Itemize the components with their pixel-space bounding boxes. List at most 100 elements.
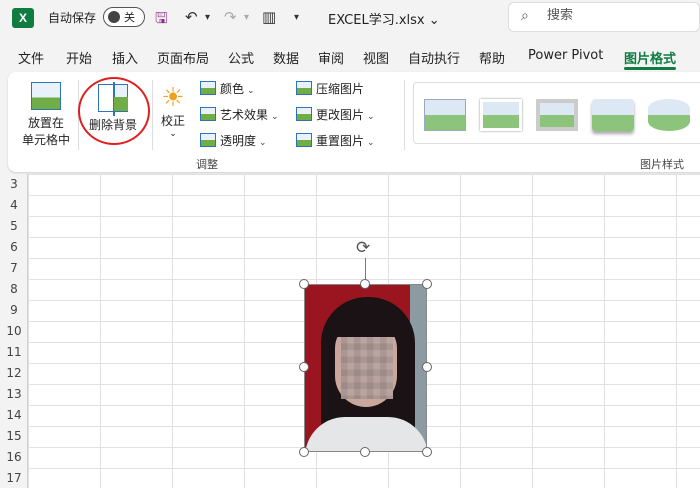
row-number[interactable]: 9 bbox=[0, 300, 28, 321]
tab-data[interactable]: 数据 bbox=[273, 48, 299, 67]
row-number[interactable]: 17 bbox=[0, 468, 28, 488]
document-title[interactable]: EXCEL学习.xlsx ⌄ bbox=[328, 9, 440, 28]
resize-handle-top-left[interactable] bbox=[299, 279, 309, 289]
reset-picture-icon bbox=[296, 133, 312, 147]
resize-handle-top[interactable] bbox=[360, 279, 370, 289]
picture-style-5[interactable] bbox=[648, 99, 690, 131]
transparency-button[interactable]: 透明度 ⌄ bbox=[200, 132, 267, 149]
chevron-down-icon: ⌄ bbox=[271, 112, 279, 122]
tab-power-pivot[interactable]: Power Pivot bbox=[528, 48, 603, 63]
resize-handle-right[interactable] bbox=[422, 362, 432, 372]
chevron-down-icon: ⌄ bbox=[367, 112, 375, 122]
color-icon bbox=[200, 81, 216, 95]
ribbon-tabs: 文件 开始 插入 页面布局 公式 数据 审阅 视图 自动执行 帮助 Power … bbox=[0, 44, 700, 70]
separator bbox=[152, 80, 153, 150]
compress-pictures-button[interactable]: 压缩图片 bbox=[296, 80, 364, 97]
artistic-effects-label: 艺术效果 bbox=[220, 108, 269, 122]
picture-styles-gallery bbox=[413, 82, 700, 144]
redo-icon[interactable]: ↷ bbox=[224, 8, 237, 26]
chevron-down-icon: ⌄ bbox=[259, 138, 267, 148]
tab-view[interactable]: 视图 bbox=[363, 48, 389, 67]
row-number[interactable]: 14 bbox=[0, 405, 28, 426]
change-picture-icon bbox=[296, 107, 312, 121]
change-picture-button[interactable]: 更改图片 ⌄ bbox=[296, 106, 375, 123]
pixelated-face-area bbox=[341, 337, 393, 399]
picture-style-2[interactable] bbox=[480, 99, 522, 131]
color-label: 颜色 bbox=[220, 82, 245, 96]
resize-handle-bottom-right[interactable] bbox=[422, 447, 432, 457]
sun-icon: ☀ bbox=[161, 83, 185, 113]
autosave-state: 关 bbox=[124, 11, 135, 24]
title-bar: X 自动保存 关 🖫 ↶ ▾ ↷ ▾ ▥ ▾ EXCEL学习.xlsx ⌄ ⌕ bbox=[0, 0, 700, 38]
resize-handle-bottom-left[interactable] bbox=[299, 447, 309, 457]
chevron-down-icon: ⌄ bbox=[367, 138, 375, 148]
transparency-icon bbox=[200, 133, 216, 147]
id-photo[interactable] bbox=[304, 284, 427, 452]
save-icon[interactable]: 🖫 bbox=[155, 8, 168, 33]
search-box[interactable]: ⌕ bbox=[508, 2, 700, 32]
compress-icon bbox=[296, 81, 312, 95]
tab-page-layout[interactable]: 页面布局 bbox=[157, 48, 209, 67]
search-input[interactable] bbox=[547, 8, 687, 23]
row-headers: 3 4 5 6 7 8 9 10 11 12 13 14 15 16 17 bbox=[0, 174, 28, 488]
row-number[interactable]: 4 bbox=[0, 195, 28, 216]
tab-help[interactable]: 帮助 bbox=[479, 48, 505, 67]
row-number[interactable]: 11 bbox=[0, 342, 28, 363]
corrections-button[interactable]: ☀ 校正 ⌄ bbox=[156, 84, 190, 139]
tab-home[interactable]: 开始 bbox=[66, 48, 92, 67]
reset-picture-button[interactable]: 重置图片 ⌄ bbox=[296, 132, 375, 149]
change-picture-label: 更改图片 bbox=[316, 108, 365, 122]
row-number[interactable]: 16 bbox=[0, 447, 28, 468]
separator bbox=[404, 80, 405, 150]
place-in-cell-label-2: 单元格中 bbox=[21, 133, 70, 147]
group-label-picture-styles: 图片样式 bbox=[640, 158, 684, 171]
picture-style-1[interactable] bbox=[424, 99, 466, 131]
row-number[interactable]: 6 bbox=[0, 237, 28, 258]
resize-handle-bottom[interactable] bbox=[360, 447, 370, 457]
layout-icon[interactable]: ▥ bbox=[262, 8, 276, 26]
picture-icon bbox=[31, 82, 61, 110]
photo-bangs bbox=[331, 305, 403, 337]
toggle-knob bbox=[108, 11, 120, 23]
transparency-label: 透明度 bbox=[220, 134, 257, 148]
row-number[interactable]: 10 bbox=[0, 321, 28, 342]
highlight-circle bbox=[78, 77, 150, 145]
place-in-cell-button[interactable]: 放置在 单元格中 bbox=[20, 82, 72, 148]
picture-style-3[interactable] bbox=[536, 99, 578, 131]
row-number[interactable]: 8 bbox=[0, 279, 28, 300]
group-label-adjust: 调整 bbox=[196, 158, 218, 171]
chevron-down-icon: ⌄ bbox=[247, 86, 255, 96]
row-number[interactable]: 12 bbox=[0, 363, 28, 384]
tab-file[interactable]: 文件 bbox=[18, 48, 44, 67]
redo-dropdown-icon[interactable]: ▾ bbox=[244, 12, 249, 23]
row-number[interactable]: 13 bbox=[0, 384, 28, 405]
artistic-effects-button[interactable]: 艺术效果 ⌄ bbox=[200, 106, 279, 123]
autosave-toggle[interactable]: 关 bbox=[103, 7, 145, 27]
resize-handle-left[interactable] bbox=[299, 362, 309, 372]
active-tab-indicator bbox=[624, 67, 676, 70]
tab-automate[interactable]: 自动执行 bbox=[408, 48, 460, 67]
chevron-down-icon: ⌄ bbox=[169, 129, 177, 139]
excel-icon: X bbox=[12, 8, 34, 28]
undo-icon[interactable]: ↶ bbox=[185, 8, 198, 26]
compress-label: 压缩图片 bbox=[316, 82, 365, 96]
place-in-cell-label-1: 放置在 bbox=[27, 116, 64, 130]
customize-toolbar-icon[interactable]: ▾ bbox=[294, 12, 299, 23]
rotate-handle-icon[interactable]: ⟳ bbox=[356, 238, 370, 258]
row-number[interactable]: 15 bbox=[0, 426, 28, 447]
resize-handle-top-right[interactable] bbox=[422, 279, 432, 289]
autosave-label: 自动保存 bbox=[48, 11, 97, 25]
tab-picture-format[interactable]: 图片格式 bbox=[624, 48, 676, 67]
search-icon: ⌕ bbox=[521, 8, 529, 24]
picture-style-4[interactable] bbox=[592, 99, 634, 131]
tab-insert[interactable]: 插入 bbox=[112, 48, 138, 67]
corrections-label: 校正 bbox=[160, 114, 185, 128]
tab-formulas[interactable]: 公式 bbox=[228, 48, 254, 67]
row-number[interactable]: 3 bbox=[0, 174, 28, 195]
artistic-effects-icon bbox=[200, 107, 216, 121]
row-number[interactable]: 7 bbox=[0, 258, 28, 279]
row-number[interactable]: 5 bbox=[0, 216, 28, 237]
color-button[interactable]: 颜色 ⌄ bbox=[200, 80, 255, 97]
undo-dropdown-icon[interactable]: ▾ bbox=[205, 12, 210, 23]
tab-review[interactable]: 审阅 bbox=[318, 48, 344, 67]
